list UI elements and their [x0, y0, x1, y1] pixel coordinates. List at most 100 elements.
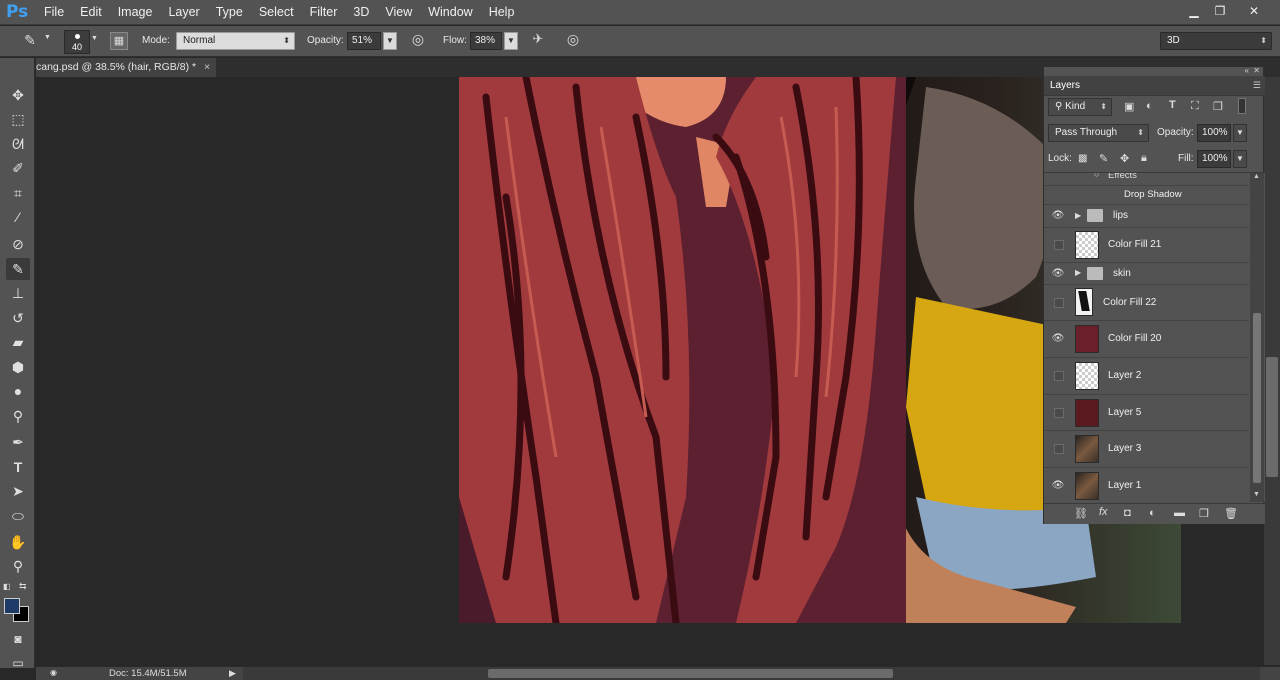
visibility-eye-icon[interactable]: 👁︎: [1051, 268, 1065, 280]
tool-preset-chevron-icon[interactable]: ▼: [44, 34, 51, 41]
horizontal-scrollbar[interactable]: [243, 667, 1260, 680]
document-tab[interactable]: cang.psd @ 38.5% (hair, RGB/8) * ×: [36, 58, 216, 77]
airbrush-icon[interactable]: ✈: [527, 31, 549, 47]
lock-transparent-icon[interactable]: ▩: [1078, 153, 1087, 164]
close-panel-icon[interactable]: ✕: [1253, 66, 1260, 75]
brush-size-picker[interactable]: 40: [64, 30, 90, 54]
crop-tool-icon[interactable]: ⌗: [6, 182, 30, 204]
healing-brush-tool-icon[interactable]: ⊘: [6, 233, 30, 255]
close-tab-icon[interactable]: ×: [204, 58, 210, 77]
layer-row-layer-1[interactable]: 👁︎ Layer 1: [1044, 468, 1249, 502]
layer-row-lips[interactable]: 👁︎ ▶ lips: [1044, 205, 1249, 228]
visibility-toggle[interactable]: [1054, 297, 1064, 308]
panel-menu-icon[interactable]: ☰: [1253, 80, 1261, 91]
layer-row-layer-5[interactable]: Layer 5: [1044, 395, 1249, 431]
menu-window[interactable]: Window: [420, 0, 480, 25]
group-expand-icon[interactable]: ▶: [1075, 268, 1081, 277]
menu-type[interactable]: Type: [208, 0, 251, 25]
clone-stamp-tool-icon[interactable]: ⊥: [6, 282, 30, 304]
blend-mode-select[interactable]: Pass Through ⬍: [1048, 124, 1149, 142]
path-selection-tool-icon[interactable]: ➤: [6, 480, 30, 502]
layer-row-layer-3[interactable]: Layer 3: [1044, 431, 1249, 468]
add-mask-icon[interactable]: ◘: [1124, 507, 1131, 519]
menu-help[interactable]: Help: [481, 0, 523, 25]
collapse-panel-icon[interactable]: «: [1245, 66, 1249, 75]
type-tool-icon[interactable]: T: [6, 456, 30, 478]
adjustment-layer-icon[interactable]: ◐: [1149, 507, 1156, 519]
foreground-color-swatch[interactable]: [4, 598, 20, 614]
delete-layer-icon[interactable]: 🗑︎: [1224, 507, 1238, 520]
layer-row-color-fill-20[interactable]: 👁︎ Color Fill 20: [1044, 321, 1249, 358]
vertical-scrollbar[interactable]: [1264, 77, 1280, 665]
lasso-tool-icon[interactable]: ᘛ: [6, 133, 30, 155]
menu-file[interactable]: File: [36, 0, 72, 25]
scroll-up-icon[interactable]: ▲: [1253, 173, 1260, 180]
dodge-tool-icon[interactable]: ⚲: [6, 405, 30, 427]
filter-type-icon[interactable]: T: [1169, 99, 1176, 111]
mode-select[interactable]: Normal ⬍: [176, 32, 295, 50]
layer-style-fx-icon[interactable]: fx: [1099, 506, 1108, 518]
close-window-icon[interactable]: ✕: [1242, 2, 1266, 20]
menu-layer[interactable]: Layer: [160, 0, 207, 25]
visibility-toggle[interactable]: [1054, 407, 1064, 418]
restore-icon[interactable]: ❐: [1208, 2, 1232, 20]
vertical-scroll-thumb[interactable]: [1266, 357, 1278, 477]
visibility-eye-icon[interactable]: 👁︎: [1051, 480, 1065, 492]
move-tool-icon[interactable]: ✥: [6, 84, 30, 106]
menu-filter[interactable]: Filter: [302, 0, 346, 25]
eraser-tool-icon[interactable]: ▰: [6, 331, 30, 353]
menu-image[interactable]: Image: [110, 0, 161, 25]
eyedropper-tool-icon[interactable]: ⁄: [6, 206, 30, 228]
filter-shape-icon[interactable]: ⛶: [1191, 100, 1199, 113]
opacity-input[interactable]: 51%: [347, 32, 381, 50]
opacity-dropdown-icon[interactable]: ▼: [383, 32, 397, 50]
menu-3d[interactable]: 3D: [345, 0, 377, 25]
new-layer-icon[interactable]: ❐: [1199, 507, 1209, 520]
layer-row-skin[interactable]: 👁︎ ▶ skin: [1044, 263, 1249, 285]
menu-select[interactable]: Select: [251, 0, 302, 25]
swap-colors-icon[interactable]: ⇆: [19, 581, 27, 592]
layer-opacity-input[interactable]: 100%: [1197, 124, 1231, 142]
visibility-toggle[interactable]: [1054, 371, 1064, 381]
filter-kind-select[interactable]: ⚲ Kind ⬍: [1048, 98, 1112, 116]
layer-opacity-dropdown-icon[interactable]: ▼: [1233, 124, 1247, 142]
pen-tool-icon[interactable]: ✒: [6, 431, 30, 453]
layer-list-scroll-thumb[interactable]: [1253, 313, 1261, 483]
blur-tool-icon[interactable]: ●: [6, 380, 30, 402]
layer-row-color-fill-21[interactable]: Color Fill 21: [1044, 228, 1249, 263]
flow-input[interactable]: 38%: [470, 32, 502, 50]
status-menu-icon[interactable]: ◉: [50, 668, 57, 677]
fill-input[interactable]: 100%: [1197, 150, 1231, 168]
lock-position-icon[interactable]: ✥: [1120, 152, 1129, 165]
screen-mode-icon[interactable]: ▭: [6, 652, 30, 674]
lock-all-icon[interactable]: 🔒︎: [1141, 152, 1147, 165]
drop-shadow-row[interactable]: Drop Shadow: [1044, 186, 1249, 205]
flow-dropdown-icon[interactable]: ▼: [504, 32, 518, 50]
visibility-toggle[interactable]: [1054, 240, 1064, 250]
quick-selection-tool-icon[interactable]: ✐: [6, 157, 30, 179]
visibility-toggle[interactable]: [1054, 444, 1064, 454]
hand-tool-icon[interactable]: ✋: [6, 531, 30, 553]
link-layers-icon[interactable]: ⛓: [1074, 507, 1088, 520]
menu-edit[interactable]: Edit: [72, 0, 110, 25]
menu-view[interactable]: View: [377, 0, 420, 25]
fill-dropdown-icon[interactable]: ▼: [1233, 150, 1247, 168]
minimize-icon[interactable]: ▁: [1182, 2, 1206, 20]
layer-row-color-fill-22[interactable]: Color Fill 22: [1044, 285, 1249, 321]
visibility-eye-icon[interactable]: 👁︎: [1051, 210, 1065, 222]
brush-tool-icon[interactable]: ✎: [20, 32, 40, 49]
brush-picker-chevron-icon[interactable]: ▼: [91, 35, 98, 42]
brush-panel-icon[interactable]: ▦: [110, 32, 128, 50]
lock-image-icon[interactable]: ✎: [1099, 152, 1108, 165]
new-group-icon[interactable]: ▬: [1174, 507, 1185, 519]
scroll-down-icon[interactable]: ▼: [1253, 491, 1260, 498]
ellipse-tool-icon[interactable]: ⬭: [6, 505, 30, 527]
filter-pixel-icon[interactable]: ▣: [1124, 100, 1134, 113]
layer-list-scrollbar[interactable]: ▲ ▼: [1250, 173, 1264, 502]
quick-mask-icon[interactable]: ◙: [6, 628, 30, 650]
group-expand-icon[interactable]: ▶: [1075, 211, 1081, 220]
filter-smart-object-icon[interactable]: ❐: [1213, 100, 1223, 113]
zoom-tool-icon[interactable]: ⚲: [6, 555, 30, 577]
marquee-tool-icon[interactable]: ⬚: [6, 108, 30, 130]
layer-row-layer-2[interactable]: Layer 2: [1044, 358, 1249, 395]
